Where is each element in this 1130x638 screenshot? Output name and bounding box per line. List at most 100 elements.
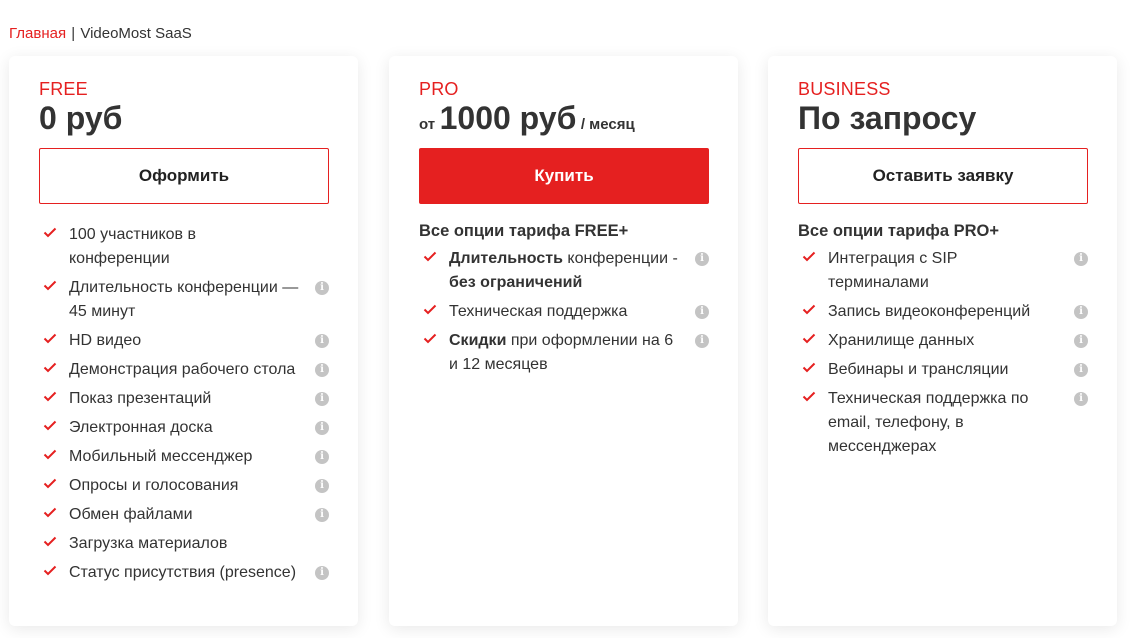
plan-price-prefix: от xyxy=(419,116,436,133)
info-icon[interactable]: i xyxy=(695,334,709,348)
plan-card-business: BUSINESS По запросу Оставить заявку Все … xyxy=(768,56,1117,626)
feature-emphasis: без ограничений xyxy=(449,274,583,291)
feature-text: Демонстрация рабочего стола xyxy=(69,361,296,378)
checkmark-icon xyxy=(43,420,57,431)
info-icon[interactable]: i xyxy=(315,479,329,493)
checkmark-icon xyxy=(802,333,816,344)
checkmark-icon xyxy=(802,391,816,402)
feature-text: Хранилище данных xyxy=(828,332,975,349)
includes-heading: Все опции тарифа PRO+ xyxy=(798,222,999,240)
plan-price-suffix: / месяц xyxy=(580,116,635,133)
plan-tier-label: FREE xyxy=(39,79,88,99)
checkmark-icon xyxy=(802,304,816,315)
feature-text: Электронная доска xyxy=(69,419,213,436)
breadcrumb-separator: | xyxy=(71,25,76,42)
checkmark-icon xyxy=(43,478,57,489)
feature-text: Техническая поддержка по email, телефону… xyxy=(828,390,1029,455)
buy-pro-button[interactable]: Купить xyxy=(419,148,709,204)
info-icon[interactable]: i xyxy=(1074,392,1088,406)
feature-text: Запись видеоконференций xyxy=(828,303,1031,320)
feature-item: Статус присутствия (presence) i xyxy=(39,561,329,585)
checkmark-icon xyxy=(43,362,57,373)
info-icon[interactable]: i xyxy=(695,252,709,266)
checkmark-icon xyxy=(423,251,437,262)
breadcrumb-home-link[interactable]: Главная xyxy=(9,25,66,42)
breadcrumb: Главная | VideoMost SaaS xyxy=(9,24,192,44)
plan-price-value: По запросу xyxy=(798,100,977,136)
feature-item: 100 участников в конференции xyxy=(39,223,329,271)
feature-text: HD видео xyxy=(69,332,142,349)
checkmark-icon xyxy=(423,333,437,344)
feature-item: Скидки при оформлении на 6 и 12 месяцев i xyxy=(419,329,709,377)
checkmark-icon xyxy=(423,304,437,315)
checkmark-icon xyxy=(43,227,57,238)
checkmark-icon xyxy=(43,449,57,460)
plan-card-pro: PRO от 1000 руб / месяц Купить Все опции… xyxy=(389,56,738,626)
info-icon[interactable]: i xyxy=(315,334,329,348)
checkmark-icon xyxy=(43,333,57,344)
info-icon[interactable]: i xyxy=(315,450,329,464)
info-icon[interactable]: i xyxy=(1074,363,1088,377)
includes-heading: Все опции тарифа FREE+ xyxy=(419,222,629,240)
info-icon[interactable]: i xyxy=(315,566,329,580)
feature-text: Техническая поддержка xyxy=(449,303,628,320)
plan-price: 0 руб xyxy=(39,98,122,138)
feature-item: Показ презентаций i xyxy=(39,387,329,411)
feature-item: Опросы и голосования i xyxy=(39,474,329,498)
feature-text: конференции - xyxy=(562,250,678,267)
feature-list-free: 100 участников в конференции Длительность… xyxy=(39,223,329,590)
info-icon[interactable]: i xyxy=(1074,252,1088,266)
info-icon[interactable]: i xyxy=(315,363,329,377)
feature-text: Мобильный мессенджер xyxy=(69,448,253,465)
info-icon[interactable]: i xyxy=(1074,334,1088,348)
feature-item: Интеграция с SIP терминалами i xyxy=(798,247,1088,295)
checkmark-icon xyxy=(802,362,816,373)
info-icon[interactable]: i xyxy=(315,508,329,522)
info-icon[interactable]: i xyxy=(315,421,329,435)
plan-price: По запросу xyxy=(798,98,976,138)
feature-text: 100 участников в конференции xyxy=(69,226,196,267)
feature-text: Длительность конференции — 45 минут xyxy=(69,279,299,320)
feature-emphasis: Скидки xyxy=(449,332,507,349)
feature-list-business: Интеграция с SIP терминалами i Запись виде… xyxy=(798,247,1088,464)
feature-item: Мобильный мессенджер i xyxy=(39,445,329,469)
checkmark-icon xyxy=(43,536,57,547)
feature-item: Запись видеоконференций i xyxy=(798,300,1088,324)
feature-text: Загрузка материалов xyxy=(69,535,228,552)
feature-text: Показ презентаций xyxy=(69,390,212,407)
subscribe-free-button[interactable]: Оформить xyxy=(39,148,329,204)
request-business-button[interactable]: Оставить заявку xyxy=(798,148,1088,204)
info-icon[interactable]: i xyxy=(315,392,329,406)
plan-tier-label: PRO xyxy=(419,79,459,99)
feature-text: Вебинары и трансляции xyxy=(828,361,1009,378)
checkmark-icon xyxy=(802,251,816,262)
plan-price-value: 1000 руб xyxy=(439,100,577,136)
feature-item: Длительность конференции — 45 минут i xyxy=(39,276,329,324)
info-icon[interactable]: i xyxy=(695,305,709,319)
breadcrumb-current: VideoMost SaaS xyxy=(80,25,192,42)
plan-price-value: 0 руб xyxy=(39,100,123,136)
feature-item: Хранилище данных i xyxy=(798,329,1088,353)
feature-item: Длительность конференции - без ограничен… xyxy=(419,247,709,295)
feature-text: Интеграция с SIP терминалами xyxy=(828,250,958,291)
plan-card-free: FREE 0 руб Оформить 100 участников в кон… xyxy=(9,56,358,626)
plan-price: от 1000 руб / месяц xyxy=(419,98,635,138)
feature-text: Опросы и голосования xyxy=(69,477,239,494)
feature-list-pro: Длительность конференции - без ограничен… xyxy=(419,247,709,382)
feature-item: HD видео i xyxy=(39,329,329,353)
plan-tier-label: BUSINESS xyxy=(798,79,891,99)
feature-item: Обмен файлами i xyxy=(39,503,329,527)
feature-text: Статус присутствия (presence) xyxy=(69,564,297,581)
feature-item: Демонстрация рабочего стола i xyxy=(39,358,329,382)
checkmark-icon xyxy=(43,565,57,576)
feature-text: Обмен файлами xyxy=(69,506,193,523)
feature-item: Техническая поддержка i xyxy=(419,300,709,324)
info-icon[interactable]: i xyxy=(315,281,329,295)
checkmark-icon xyxy=(43,507,57,518)
checkmark-icon xyxy=(43,280,57,291)
checkmark-icon xyxy=(43,391,57,402)
info-icon[interactable]: i xyxy=(1074,305,1088,319)
feature-item: Вебинары и трансляции i xyxy=(798,358,1088,382)
feature-emphasis: Длительность xyxy=(449,250,563,267)
feature-item: Электронная доска i xyxy=(39,416,329,440)
